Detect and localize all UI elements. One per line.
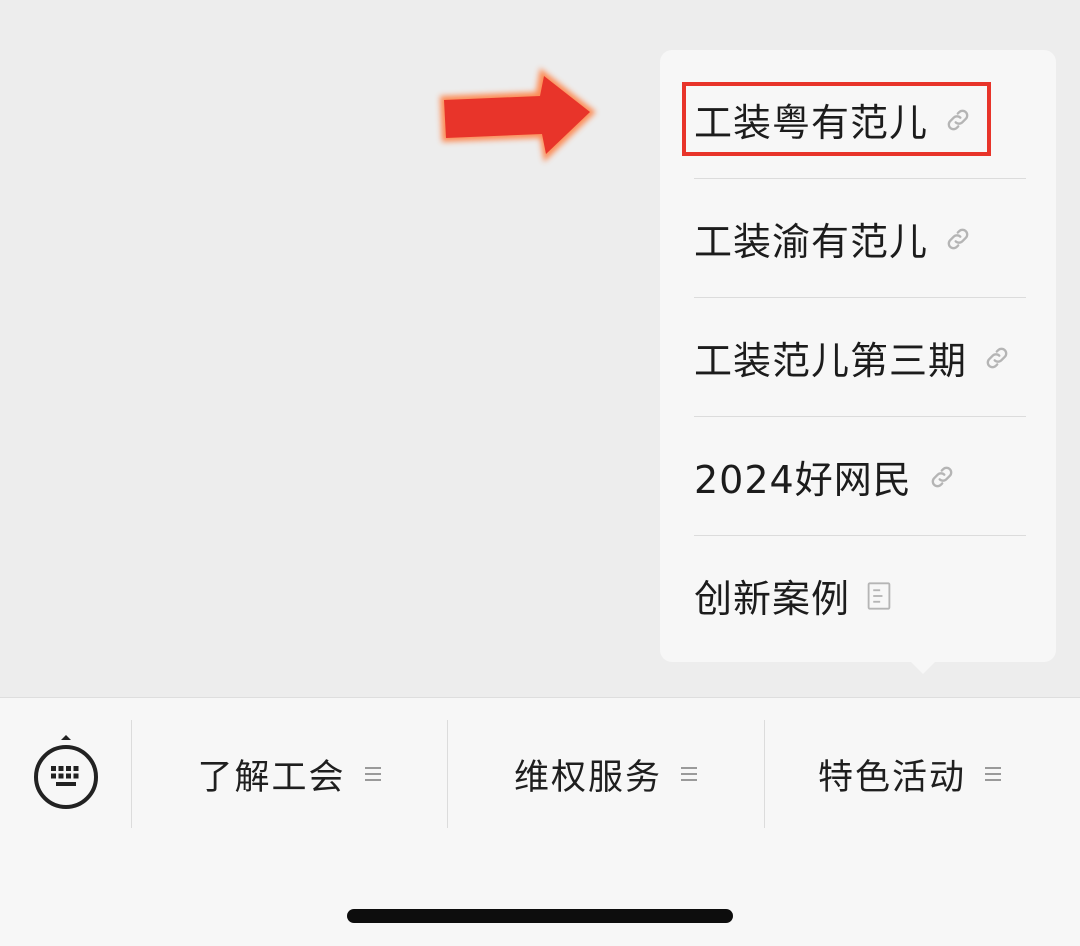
menu-item-label: 工装渝有范儿 bbox=[694, 220, 929, 264]
tab-featured-activities[interactable]: 特色活动 bbox=[765, 720, 1055, 828]
tab-label: 特色活动 bbox=[817, 757, 966, 798]
link-icon bbox=[983, 344, 1011, 372]
home-indicator[interactable] bbox=[347, 909, 733, 923]
keyboard-toggle-button[interactable] bbox=[30, 734, 102, 814]
menu-item-good-netizen[interactable]: 2024好网民 bbox=[694, 417, 1026, 536]
menu-lines-icon bbox=[984, 764, 1002, 784]
annotation-highlight-box bbox=[682, 82, 991, 156]
tab-rights-service[interactable]: 维权服务 bbox=[448, 720, 764, 828]
tab-label: 了解工会 bbox=[197, 757, 346, 798]
menu-lines-icon bbox=[680, 764, 698, 784]
menu-lines-icon bbox=[364, 764, 382, 784]
menu-item-label: 2024好网民 bbox=[694, 458, 912, 502]
link-icon bbox=[944, 225, 972, 253]
menu-item-label: 创新案例 bbox=[694, 577, 851, 621]
annotation-arrow bbox=[440, 68, 596, 162]
menu-item-gongzhuang-yu[interactable]: 工装渝有范儿 bbox=[694, 179, 1026, 298]
article-icon bbox=[866, 581, 892, 611]
link-icon bbox=[928, 463, 956, 491]
menu-item-innovation-cases[interactable]: 创新案例 bbox=[694, 536, 1026, 655]
menu-item-gongzhuang-third[interactable]: 工装范儿第三期 bbox=[694, 298, 1026, 417]
popup-caret bbox=[909, 660, 937, 674]
keyboard-icon bbox=[34, 735, 98, 809]
tab-label: 维权服务 bbox=[513, 757, 662, 798]
menu-item-label: 工装范儿第三期 bbox=[694, 339, 968, 383]
tab-learn-union[interactable]: 了解工会 bbox=[132, 720, 447, 828]
